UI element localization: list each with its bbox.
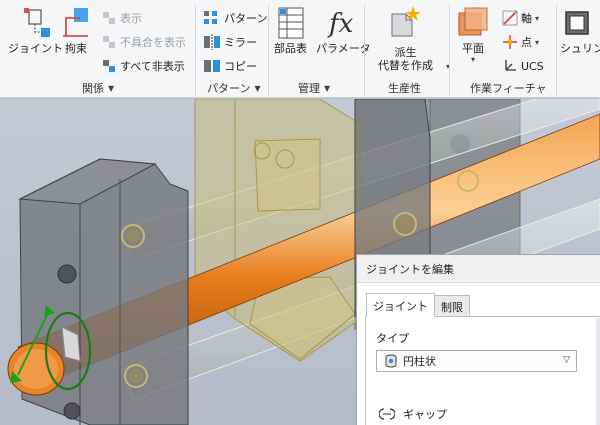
hide-all-button[interactable]: すべて非表示 [101, 57, 185, 75]
chevron-down-icon: ▼ [324, 83, 331, 93]
bom-icon [278, 7, 303, 39]
parameters-button[interactable]: fx パラメータ [316, 6, 371, 55]
constrain-label: 拘束 [65, 42, 87, 55]
joint-label: ジョイント [8, 42, 63, 55]
copy-label: コピー [224, 60, 257, 73]
work-features-group-title-text: 作業フィーチャ [470, 82, 547, 95]
substitute-label-2: 代替を作成 [378, 59, 433, 72]
axis-button[interactable]: 軸 ▾ [502, 9, 539, 27]
relations-group-title-text: 関係 [82, 82, 104, 95]
relations-group-title[interactable]: 関係 ▼ [82, 80, 114, 96]
point-icon [503, 35, 517, 49]
gap-label: ギャップ [403, 408, 447, 421]
substitute-label-stack[interactable]: 派生 代替を作成 ▾ [378, 44, 450, 72]
work-features-group-title: 作業フィーチャ [470, 80, 547, 96]
show-sick-icon [103, 36, 115, 48]
shrinkwrap-button[interactable]: シュリンク [560, 6, 600, 55]
bom-button[interactable]: 部品表 [274, 6, 307, 55]
productivity-group-title: 生産性 [388, 80, 421, 96]
cylindrical-joint-icon [385, 354, 397, 368]
tab-joint-label: ジョイント [373, 299, 428, 313]
point-label: 点 [521, 36, 532, 49]
shrinkwrap-icon [565, 11, 589, 35]
edit-joint-dialog: ジョイントを編集 ジョイント 制限 タイプ 円柱状 ▽ ギャップ [356, 254, 600, 425]
ucs-button[interactable]: UCS [502, 57, 544, 75]
dialog-title: ジョイントを編集 [366, 262, 454, 276]
mirror-icon [204, 34, 220, 50]
fx-icon: fx [327, 9, 354, 39]
pattern-group-title[interactable]: パターン ▼ [207, 80, 261, 96]
pattern-label: パターン [224, 12, 268, 25]
type-label: タイプ [376, 332, 409, 345]
tab-limits[interactable]: 制限 [434, 295, 470, 317]
show-icon [103, 12, 115, 24]
tab-limits-label: 制限 [441, 300, 463, 314]
manage-group-title[interactable]: 管理 ▼ [298, 80, 330, 96]
pattern-icon [204, 11, 217, 24]
ucs-icon [505, 60, 516, 71]
substitute-label-1: 派生 [394, 46, 417, 59]
plane-button[interactable]: 平面 ▾ [456, 6, 490, 64]
tab-joint[interactable]: ジョイント [366, 293, 435, 317]
plane-icon [458, 7, 488, 36]
constrain-icon [63, 8, 88, 37]
chevron-down-icon: ▼ [108, 83, 115, 93]
joint-type-value: 円柱状 [403, 355, 436, 368]
ribbon: ジョイント 拘束 表示 不具合を表示 すべて非表示 関係 ▼ パターン ミラー … [0, 0, 600, 98]
hide-all-icon [103, 60, 115, 72]
copy-button[interactable]: コピー [203, 57, 257, 75]
gap-row[interactable]: ギャップ [379, 406, 447, 422]
chevron-down-icon: ▽ [563, 355, 570, 365]
joint-type-select[interactable]: 円柱状 ▽ [376, 350, 577, 372]
chevron-down-icon: ▾ [470, 55, 475, 64]
substitute-icon [391, 6, 421, 37]
parameters-label: パラメータ [316, 42, 371, 55]
dialog-tabs: ジョイント 制限 [366, 293, 470, 317]
mirror-label: ミラー [224, 36, 257, 49]
pattern-group-title-text: パターン [207, 82, 251, 95]
ucs-label: UCS [521, 59, 544, 73]
pattern-button[interactable]: パターン [203, 9, 267, 27]
shrinkwrap-label: シュリンク [560, 42, 600, 55]
joint-button[interactable]: ジョイント [8, 6, 63, 55]
gap-icon [379, 408, 395, 420]
plane-label: 平面 [462, 42, 484, 55]
chevron-down-icon: ▾ [535, 37, 540, 47]
copy-icon [204, 60, 220, 72]
hide-all-label: すべて非表示 [120, 60, 185, 73]
substitute-button[interactable] [386, 4, 422, 40]
show-button[interactable]: 表示 [101, 9, 142, 27]
show-sick-label: 不具合を表示 [120, 36, 186, 49]
manage-group-title-text: 管理 [298, 82, 320, 95]
constrain-button[interactable]: 拘束 [60, 6, 92, 55]
axis-label: 軸 [521, 12, 532, 25]
dialog-right-edge [596, 318, 600, 425]
mirror-button[interactable]: ミラー [203, 33, 257, 51]
show-sick-button[interactable]: 不具合を表示 [101, 33, 186, 51]
chevron-down-icon: ▼ [254, 83, 261, 93]
bom-label: 部品表 [274, 42, 307, 55]
show-label: 表示 [120, 12, 142, 25]
productivity-group-title-text: 生産性 [388, 82, 421, 95]
dialog-title-bar[interactable]: ジョイントを編集 [357, 255, 600, 283]
point-button[interactable]: 点 ▾ [502, 33, 539, 51]
axis-icon [502, 10, 518, 26]
shaft-end-cap [7, 342, 65, 396]
joint-icon [23, 8, 50, 37]
svg-text:fx: fx [327, 9, 354, 39]
chevron-down-icon: ▾ [535, 13, 540, 23]
